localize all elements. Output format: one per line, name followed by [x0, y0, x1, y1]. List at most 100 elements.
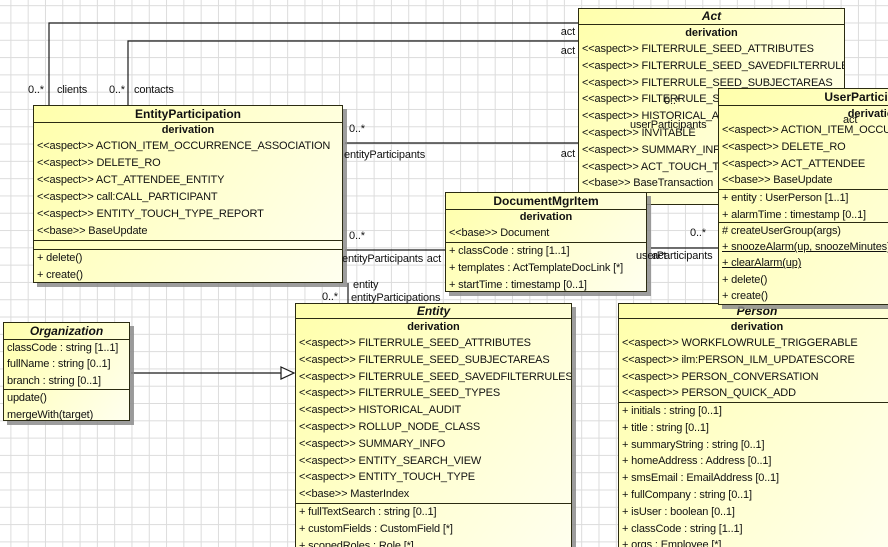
class-member-row: + fullTextSearch : string [0..1]: [296, 504, 571, 521]
class-member-row: + entity : UserPerson [1..1]: [719, 190, 888, 207]
class-member-row: + create(): [34, 267, 342, 282]
class-member-row: + templates : ActTemplateDocLink [*]: [446, 260, 646, 277]
class-member-row: <<base>> MasterIndex: [296, 486, 571, 503]
class-member-row: + homeAddress : Address [0..1]: [619, 453, 888, 470]
class-compartment: + delete()+ create(): [34, 249, 342, 282]
class-box-entity[interactable]: Entityderivation<<aspect>> FILTERRULE_SE…: [295, 303, 572, 547]
class-member-row: + classCode : string [1..1]: [446, 243, 646, 260]
connector-label[interactable]: 0..*: [28, 84, 44, 97]
class-member-row: <<aspect>> FILTERRULE_SEED_ATTRIBUTES: [579, 41, 844, 58]
class-member-row: + summaryString : string [0..1]: [619, 437, 888, 454]
connector-act-contacts[interactable]: [128, 41, 578, 105]
connector-label[interactable]: entityParticipations: [351, 292, 440, 305]
connector-label[interactable]: act: [561, 45, 575, 58]
class-member-row: + delete(): [34, 250, 342, 267]
connector-label[interactable]: contacts: [134, 84, 174, 97]
class-member-row: fullName : string [0..1]: [4, 356, 129, 372]
class-member-row: <<aspect>> HISTORICAL_AUDIT: [296, 402, 571, 419]
connector-label[interactable]: entityParticipants: [344, 149, 425, 162]
class-compartment: update()mergeWith(target): [4, 389, 129, 421]
class-compartment: + entity : UserPerson [1..1]+ alarmTime …: [719, 189, 888, 222]
class-member-row: branch : string [0..1]: [4, 373, 129, 389]
class-member-row: <<aspect>> ENTITY_TOUCH_TYPE: [296, 469, 571, 486]
class-member-row: + smsEmail : EmailAddress [0..1]: [619, 470, 888, 487]
derivation-header: derivation: [34, 123, 342, 138]
diagram-canvas[interactable]: Actderivation<<aspect>> FILTERRULE_SEED_…: [0, 0, 888, 547]
class-compartment: # createUserGroup(args)+ snoozeAlarm(up,…: [719, 222, 888, 302]
class-member-row: <<base>> BaseUpdate: [34, 223, 342, 240]
generalization-arrowhead-icon: [281, 367, 294, 379]
class-member-row: + scopedRoles : Role [*]: [296, 538, 571, 547]
class-member-row: <<aspect>> FILTERRULE_SEED_SAVEDFILTERRU…: [579, 58, 844, 75]
class-compartment: + classCode : string [1..1]+ templates :…: [446, 242, 646, 292]
derivation-header: derivation: [446, 210, 646, 225]
class-compartment: derivation<<aspect>> ACTION_ITEM_OCCURRE…: [719, 106, 888, 189]
class-member-row: + initials : string [0..1]: [619, 403, 888, 420]
class-box-document-mgr-item[interactable]: DocumentMgrItemderivation<<base>> Docume…: [445, 192, 647, 292]
class-member-row: <<aspect>> DELETE_RO: [34, 155, 342, 172]
class-compartment: derivation<<aspect>> ACTION_ITEM_OCCURRE…: [34, 123, 342, 240]
connector-label[interactable]: entity: [353, 279, 378, 292]
class-title: EntityParticipation: [34, 106, 342, 123]
class-box-user-participation[interactable]: UserParticipationderivation<<aspect>> AC…: [718, 88, 888, 305]
connector-label[interactable]: 0..*: [690, 227, 706, 240]
connector-label[interactable]: userParticipants: [636, 250, 712, 263]
class-member-row: <<aspect>> ilm:PERSON_ILM_UPDATESCORE: [619, 352, 888, 369]
class-member-row: + delete(): [719, 272, 888, 288]
class-member-row: <<aspect>> ENTITY_SEARCH_VIEW: [296, 453, 571, 470]
class-member-row: <<base>> BaseUpdate: [719, 172, 888, 189]
derivation-header: derivation: [619, 319, 888, 335]
connector-label[interactable]: act: [652, 250, 666, 263]
connector-label[interactable]: act: [561, 148, 575, 161]
class-member-row: <<aspect>> ACT_ATTENDEE: [719, 156, 888, 173]
class-member-row: <<aspect>> PERSON_CONVERSATION: [619, 369, 888, 386]
class-member-row: + isUser : boolean [0..1]: [619, 504, 888, 521]
class-compartment: classCode : string [1..1]fullName : stri…: [4, 340, 129, 389]
class-member-row: update(): [4, 390, 129, 407]
class-member-row: + clearAlarm(up): [719, 255, 888, 271]
class-member-row: <<aspect>> call:CALL_PARTICIPANT: [34, 189, 342, 206]
class-member-row: + customFields : CustomField [*]: [296, 521, 571, 538]
class-member-row: # createUserGroup(args): [719, 223, 888, 239]
connector-label[interactable]: entityParticipants: [342, 253, 423, 266]
connector-label[interactable]: userParticipants: [630, 119, 706, 132]
class-member-row: + classCode : string [1..1]: [619, 521, 888, 538]
class-member-row: + snoozeAlarm(up, snoozeMinutes): [719, 239, 888, 255]
derivation-header: derivation: [296, 319, 571, 335]
class-title: DocumentMgrItem: [446, 193, 646, 210]
class-member-row: mergeWith(target): [4, 407, 129, 422]
class-title: UserParticipation: [719, 89, 888, 106]
class-member-row: + fullCompany : string [0..1]: [619, 487, 888, 504]
class-member-row: <<aspect>> ACTION_ITEM_OCCURRENCE_ASSOCI…: [34, 138, 342, 155]
class-member-row: <<base>> Document: [446, 225, 646, 242]
class-member-row: + title : string [0..1]: [619, 420, 888, 437]
connector-label[interactable]: act: [561, 26, 575, 39]
class-box-person[interactable]: Personderivation<<aspect>> WORKFLOWRULE_…: [618, 303, 888, 547]
connector-label[interactable]: act: [427, 253, 441, 266]
class-member-row: <<aspect>> SUMMARY_INFO: [296, 436, 571, 453]
class-box-organization[interactable]: OrganizationclassCode : string [1..1]ful…: [3, 322, 130, 421]
class-member-row: <<aspect>> ROLLUP_NODE_CLASS: [296, 419, 571, 436]
connector-label[interactable]: act: [843, 114, 857, 127]
class-compartment: derivation<<aspect>> FILTERRULE_SEED_ATT…: [296, 319, 571, 503]
connector-label[interactable]: 0..*: [109, 84, 125, 97]
connector-label[interactable]: 0..*: [349, 230, 365, 243]
class-compartment: + initials : string [0..1]+ title : stri…: [619, 402, 888, 547]
connector-label[interactable]: 0..*: [664, 95, 680, 108]
class-member-row: + orgs : Employee [*]: [619, 537, 888, 547]
derivation-header: derivation: [719, 106, 888, 122]
class-member-row: <<aspect>> WORKFLOWRULE_TRIGGERABLE: [619, 335, 888, 352]
connector-label[interactable]: 0..*: [322, 291, 338, 304]
class-member-row: <<aspect>> ACT_ATTENDEE_ENTITY: [34, 172, 342, 189]
class-member-row: <<aspect>> ACTION_ITEM_OCCURRENCE_ASSOCI…: [719, 122, 888, 139]
connector-label[interactable]: clients: [57, 84, 87, 97]
class-member-row: <<aspect>> FILTERRULE_SEED_SUBJECTAREAS: [296, 352, 571, 369]
connector-label[interactable]: 0..*: [349, 123, 365, 136]
class-member-row: <<aspect>> FILTERRULE_SEED_SAVEDFILTERRU…: [296, 369, 571, 386]
class-member-row: + alarmTime : timestamp [0..1]: [719, 207, 888, 222]
class-compartment: derivation<<aspect>> WORKFLOWRULE_TRIGGE…: [619, 319, 888, 402]
class-box-entity-participation[interactable]: EntityParticipationderivation<<aspect>> …: [33, 105, 343, 283]
class-compartment: + fullTextSearch : string [0..1]+ custom…: [296, 503, 571, 547]
class-member-row: <<aspect>> DELETE_RO: [719, 139, 888, 156]
class-member-row: + create(): [719, 288, 888, 302]
